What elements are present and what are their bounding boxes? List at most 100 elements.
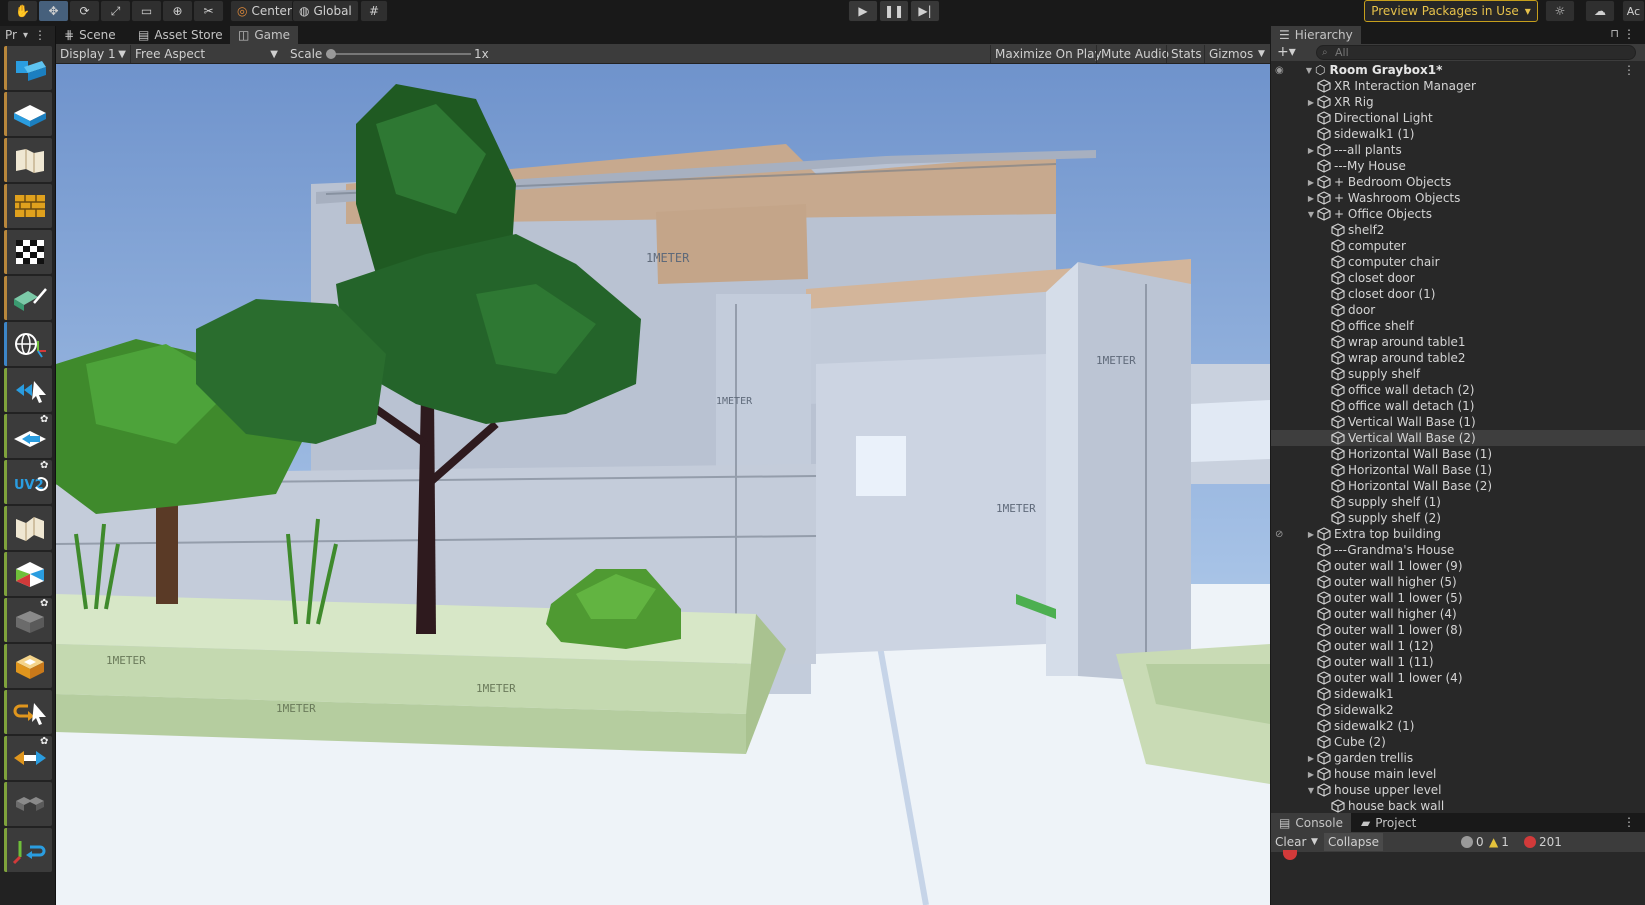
more-icon[interactable]: ⋮ [1623,815,1635,829]
move-tool-button[interactable]: ✥ [38,0,69,22]
scale-slider-thumb[interactable] [326,49,336,59]
pivot-toggle-button[interactable] [4,322,52,366]
cloud-button[interactable]: ☁ [1585,0,1615,22]
add-object-button[interactable]: +▾ [1277,45,1296,59]
hierarchy-item[interactable]: ▶ + Bedroom Objects [1271,174,1645,190]
hierarchy-item[interactable]: ---Grandma's House [1271,542,1645,558]
rect-tool-button[interactable]: ▭ [131,0,162,22]
hierarchy-item[interactable]: Cube (2) [1271,734,1645,750]
maximize-on-play-toggle[interactable]: Maximize On Play [990,45,1106,63]
more-icon[interactable]: ⋮ [1623,63,1635,77]
eye-hidden-icon[interactable]: ⊘ [1275,529,1283,540]
triangulate-button[interactable] [4,552,52,596]
mute-audio-toggle[interactable]: Mute Audio [1096,45,1173,63]
hierarchy-search-input[interactable]: ⌕ All [1316,45,1636,60]
account-button[interactable]: Ac [1622,0,1645,22]
tab-console[interactable]: ▤ Console [1271,813,1351,832]
clear-button[interactable]: Clear [1275,833,1306,851]
chevron-right-icon[interactable]: ▶ [1305,770,1317,779]
hierarchy-item[interactable]: outer wall 1 (11) [1271,654,1645,670]
hierarchy-item[interactable]: supply shelf (2) [1271,510,1645,526]
select-face-loop-button[interactable]: ✿ [4,414,52,458]
display-dropdown[interactable]: Display 1 ▼ [56,45,130,63]
auto-uv-button[interactable]: ✿ UV2 [4,460,52,504]
pause-button[interactable]: ❚❚ [879,0,909,22]
hierarchy-item[interactable]: wrap around table1 [1271,334,1645,350]
hierarchy-item[interactable]: ⊘ ▶ Extra top building [1271,526,1645,542]
hierarchy-item[interactable]: XR Interaction Manager [1271,78,1645,94]
chevron-right-icon[interactable]: ▶ [1305,178,1317,187]
chevron-right-icon[interactable]: ▶ [1305,530,1317,539]
hierarchy-item[interactable]: ▶ XR Rig [1271,94,1645,110]
hierarchy-item[interactable]: sidewalk2 [1271,702,1645,718]
new-poly-shape-button[interactable] [4,92,52,136]
chevron-down-icon[interactable]: ▼ [1303,66,1315,75]
hierarchy-item[interactable]: ▶ + Washroom Objects [1271,190,1645,206]
chevron-down-icon[interactable]: ▼ [1305,210,1317,219]
hierarchy-root-scene[interactable]: ◉ ▼ ⬡ Room Graybox1* ⋮ [1271,62,1645,78]
hierarchy-item[interactable]: closet door (1) [1271,286,1645,302]
scale-tool-button[interactable]: ⤢ [100,0,131,22]
subdivide-button[interactable] [4,782,52,826]
export-button[interactable] [4,828,52,872]
uv-editor-button[interactable] [4,230,52,274]
hierarchy-item[interactable]: Horizontal Wall Base (1) [1271,446,1645,462]
game-viewport[interactable]: 1METER 1METER 1METER 1METER 1METER 1METE… [56,64,1270,905]
hierarchy-item[interactable]: sidewalk1 [1271,686,1645,702]
tab-project[interactable]: ▰ Project [1353,813,1424,832]
chevron-right-icon[interactable]: ▶ [1305,754,1317,763]
hierarchy-item[interactable]: office wall detach (2) [1271,382,1645,398]
hierarchy-item[interactable]: Vertical Wall Base (2) [1271,430,1645,446]
hierarchy-item[interactable]: outer wall 1 lower (9) [1271,558,1645,574]
flip-normals-button[interactable] [4,690,52,734]
console-log-area[interactable] [1271,850,1645,905]
stats-toggle[interactable]: Stats [1166,45,1206,63]
hierarchy-item[interactable]: Vertical Wall Base (1) [1271,414,1645,430]
select-path-button[interactable] [4,368,52,412]
settings-button[interactable]: ☼ [1545,0,1575,22]
transform-tool-button[interactable]: ⊕ [162,0,193,22]
play-button[interactable]: ▶ [848,0,878,22]
chevron-down-icon[interactable]: ▼ [1254,45,1269,63]
tab-asset-store[interactable]: ▤ Asset Store [130,26,231,44]
chevron-down-icon[interactable]: ▼ [1311,833,1318,851]
aspect-dropdown[interactable]: Free Aspect ▼ [130,45,282,63]
hierarchy-item[interactable]: ▼ house upper level [1271,782,1645,798]
hierarchy-item[interactable]: outer wall 1 lower (4) [1271,670,1645,686]
hierarchy-item[interactable]: supply shelf (1) [1271,494,1645,510]
hierarchy-item[interactable]: Horizontal Wall Base (1) [1271,462,1645,478]
hierarchy-item[interactable]: ---My House [1271,158,1645,174]
chevron-down-icon[interactable]: ▼ [1305,786,1317,795]
info-count-toggle[interactable]: 0 [1461,833,1484,851]
hierarchy-item[interactable]: office wall detach (1) [1271,398,1645,414]
chevron-right-icon[interactable]: ▶ [1305,98,1317,107]
hierarchy-item[interactable]: closet door [1271,270,1645,286]
hierarchy-item[interactable]: shelf2 [1271,222,1645,238]
hierarchy-item[interactable]: outer wall 1 lower (8) [1271,622,1645,638]
hierarchy-item[interactable]: ▶ garden trellis [1271,750,1645,766]
pivot-global-button[interactable]: ◍ Global [292,0,359,22]
error-count-toggle[interactable]: 201 [1524,833,1562,851]
hierarchy-item[interactable]: wrap around table2 [1271,350,1645,366]
vertex-colors-button[interactable] [4,276,52,320]
hand-tool-button[interactable]: ✋ [7,0,38,22]
hierarchy-item[interactable]: outer wall 1 (12) [1271,638,1645,654]
hierarchy-item[interactable]: computer [1271,238,1645,254]
new-shape-button[interactable] [4,46,52,90]
more-icon[interactable]: ⋮ [1623,27,1635,41]
conform-normals-button[interactable] [4,644,52,688]
smooth-groups-button[interactable] [4,138,52,182]
lock-icon[interactable]: ⊓ [1610,27,1619,40]
tab-game[interactable]: ◫ Game [230,26,299,44]
collapse-toggle[interactable]: Collapse [1324,833,1383,851]
hierarchy-item[interactable]: outer wall higher (4) [1271,606,1645,622]
hierarchy-item[interactable]: ▶ house main level [1271,766,1645,782]
hierarchy-item[interactable]: house back wall [1271,798,1645,814]
scale-slider-track[interactable] [326,53,471,55]
tab-hierarchy[interactable]: ☰ Hierarchy [1271,26,1361,44]
hierarchy-item[interactable]: Directional Light [1271,110,1645,126]
eye-icon[interactable]: ◉ [1275,65,1284,76]
hierarchy-item[interactable]: supply shelf [1271,366,1645,382]
hierarchy-item[interactable]: outer wall higher (5) [1271,574,1645,590]
bridge-edges-button[interactable]: ✿ [4,736,52,780]
